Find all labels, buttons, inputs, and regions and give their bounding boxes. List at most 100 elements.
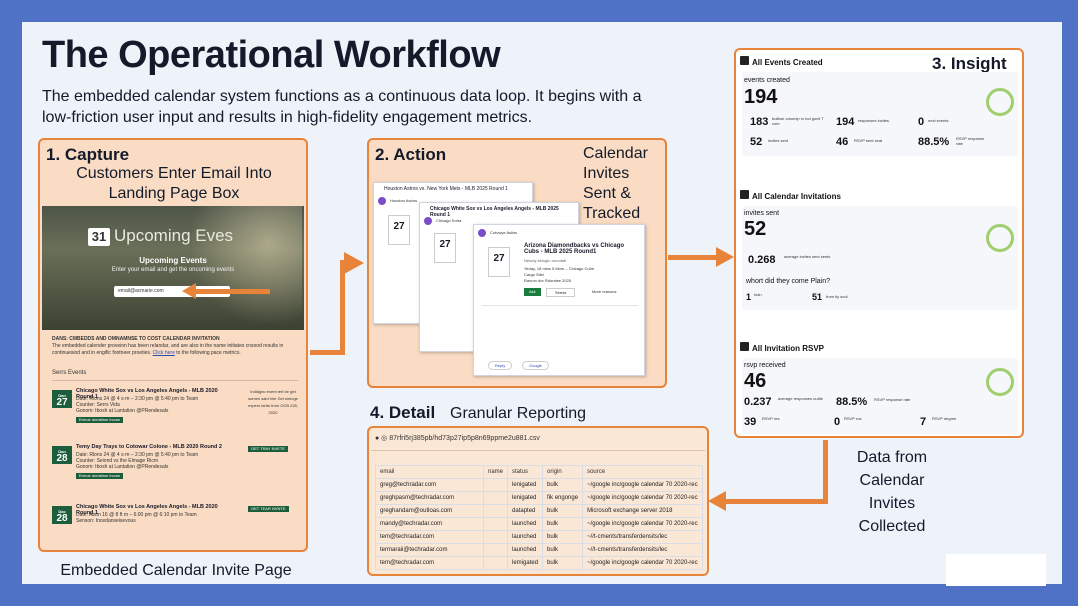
- page-title: The Operational Workflow: [42, 34, 501, 76]
- table-row[interactable]: mandy@techradar.com launched bulk ~/google …: [375, 517, 703, 531]
- notice-text: The embedded calender proveion has been …: [52, 343, 302, 357]
- action-description: Calendar Invites Sent & Tracked: [583, 145, 648, 222]
- source-question: whort did they come Plain?: [746, 278, 831, 285]
- capture-caption: Embedded Calendar Invite Page: [60, 562, 292, 579]
- envelope-icon: [986, 224, 1014, 252]
- stat-value: 52: [750, 136, 763, 148]
- hero-instruction: Enter your email and get the oncoming ev…: [111, 267, 235, 273]
- source-label: fosh: [754, 292, 762, 297]
- arrow-right-head: [344, 252, 364, 274]
- table-cell-source: Microsoft exchange server 2018: [582, 504, 703, 518]
- table-row[interactable]: tem@techradar.com launched bulk ~//t-cments…: [375, 530, 703, 544]
- stat-label: buiikse cmomip m tod gueil T coer: [772, 116, 824, 126]
- table-cell-source: ~//t-cments/transferdensits/lec: [582, 530, 703, 544]
- event-row: Dac 28 Chicago White Sox vs Los Angeles A…: [52, 504, 292, 546]
- more-reasons-link[interactable]: More reasons: [592, 289, 616, 294]
- table-cell-email: tem@techradar.com: [375, 530, 484, 544]
- detail-title: 4. Detail: [370, 403, 436, 422]
- event-get-invite-button[interactable]: GET TRAY NVETE: [248, 446, 288, 452]
- card-organizer: Houston Astros: [390, 198, 418, 203]
- arrow-left-head: [708, 491, 726, 511]
- table-cell-name: [482, 530, 509, 544]
- table-cell-email: greghpasm@techradar.com: [375, 491, 484, 505]
- arrow-left-head: [182, 283, 196, 299]
- column-header[interactable]: origin: [542, 465, 584, 479]
- page-subtitle: The embedded calendar system functions a…: [42, 88, 642, 126]
- table-row[interactable]: tem@techradar.com lemigated bulk ~/google i…: [375, 556, 703, 570]
- stat-value: 0: [918, 116, 925, 128]
- table-cell-origin: bulk: [542, 543, 584, 557]
- reply-button[interactable]: Reply: [488, 361, 513, 370]
- table-body: greg@techradar.com lenigated bulk ~/google …: [375, 478, 703, 570]
- rsvp-stat-label: RSVP degree: [932, 416, 957, 421]
- hero-subtitle: Upcoming Events: [139, 256, 207, 265]
- table-cell-status: launched: [507, 517, 544, 531]
- table-cell-name: [482, 517, 509, 531]
- table-cell-email: mandy@techradar.com: [375, 517, 484, 531]
- stat-label: invites sent: [768, 138, 789, 143]
- action-title: 2. Action: [375, 145, 447, 164]
- capture-panel: 1. Capture Customers Enter Email Into La…: [38, 138, 308, 552]
- rsvp-stat-label: RSVP response rate: [874, 397, 911, 402]
- rsvp-section-title: All Invitation RSVP: [752, 344, 825, 353]
- event-title[interactable]: Temy Day Trays to Cotowar Colone - MLB 2…: [76, 444, 236, 450]
- table-row[interactable]: greg@techradar.com lenigated bulk ~/google …: [375, 478, 703, 492]
- column-header[interactable]: status: [507, 465, 544, 479]
- capture-title: 1. Capture: [46, 145, 130, 164]
- landing-hero: 31 Upcoming Eves Upcoming Events Enter y…: [42, 206, 304, 330]
- event-subscribe-button[interactable]: Ermoe doriatirse ircose: [76, 417, 124, 423]
- google-button[interactable]: Google: [522, 361, 549, 370]
- column-header[interactable]: source: [582, 465, 703, 479]
- calendar-icon: [740, 56, 749, 65]
- table-cell-origin: bulk: [542, 517, 584, 531]
- email-input-value: email@acmarie.com: [118, 288, 164, 294]
- calendar-icon: 27: [434, 233, 456, 263]
- calendar-icon: 31: [88, 228, 110, 246]
- calendar-icon: 27: [388, 215, 410, 245]
- arrow-left-icon: [724, 499, 828, 504]
- table-row[interactable]: termaraii@techradar.com launched bulk ~//t-…: [375, 543, 703, 557]
- table-cell-source: ~/google inc/google calendar 70 2020-rec: [582, 491, 703, 505]
- rsvp-stat-value: 0.237: [744, 396, 772, 408]
- rsvp-label: rsvp received: [744, 362, 786, 369]
- event-date-badge: Dan 28: [52, 446, 72, 464]
- event-line: Gonom: Ibosh at Lantation @PRendesals: [76, 408, 169, 414]
- table-row[interactable]: greghandam@outloas.com datapted bulk Micros…: [375, 504, 703, 518]
- table-cell-email: greghandam@outloas.com: [375, 504, 484, 518]
- collected-label: Data from Calendar Invites Collected: [856, 449, 928, 535]
- stat-value: 88.5%: [918, 136, 950, 148]
- event-line: Senson: Incedanseisevous: [76, 518, 136, 524]
- events-label: events created: [744, 77, 790, 84]
- table-cell-status: datapted: [507, 504, 544, 518]
- action-panel: 2. Action Calendar Invites Sent & Tracke…: [367, 138, 667, 388]
- table-cell-source: ~/google inc/google calendar 70 2020-rec: [582, 556, 703, 570]
- arrow-connector: [823, 440, 828, 504]
- table-cell-source: ~//t-cments/transferdensits/lec: [582, 543, 703, 557]
- ask-button[interactable]: Ask: [524, 288, 541, 296]
- event-get-invite-button[interactable]: GET TEAR NVNTE: [248, 506, 289, 512]
- table-cell-email: greg@techradar.com: [375, 478, 484, 492]
- event-subscribe-button[interactable]: Ermoe doriatirse ircose: [76, 473, 124, 479]
- corner-patch: [946, 554, 1046, 586]
- source-value: 51: [812, 292, 823, 302]
- stat-label: RSVP sent seat: [854, 138, 883, 143]
- notice-tail: to the following pace metrics.: [174, 350, 241, 356]
- avg-invites-label: average invites sent sents: [784, 254, 831, 259]
- calendar-icon: [740, 342, 749, 351]
- notice-link[interactable]: Click here: [153, 350, 175, 356]
- column-header[interactable]: email: [375, 465, 484, 479]
- seeds-button[interactable]: Seeds: [546, 288, 576, 297]
- invite-card[interactable]: Cotowye Aslins 27 Arizona Diamondbacks v…: [473, 224, 645, 376]
- event-line: Gonom: Ibosh at Lantation @PRendesals: [76, 464, 169, 470]
- report-table: email name status origin source greg@tec…: [375, 465, 703, 570]
- table-row[interactable]: greghpasm@techradar.com lenigated fik engo…: [375, 491, 703, 505]
- column-header[interactable]: name: [482, 465, 509, 479]
- arrow-right-icon: [310, 350, 344, 355]
- table-cell-origin: bulk: [542, 478, 584, 492]
- rsvp-stat-label: average responses outtle: [778, 396, 823, 401]
- hero-title: Upcoming Eves: [114, 226, 234, 245]
- rsvp-stat-label: RSVP res: [762, 416, 780, 421]
- event-side-note: Indidgeo event tert be get somen said hi…: [248, 389, 298, 415]
- event-date-badge: Dac 28: [52, 506, 72, 524]
- arrow-right-icon: [668, 255, 718, 260]
